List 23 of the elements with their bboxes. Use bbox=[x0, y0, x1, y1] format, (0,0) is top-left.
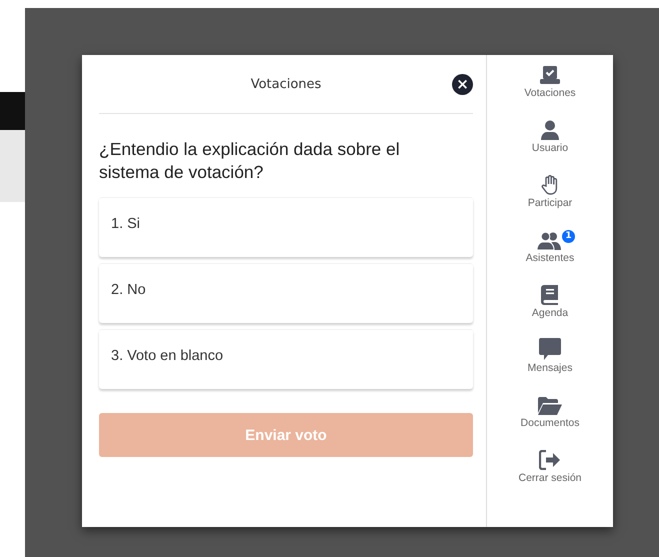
close-button[interactable]: × bbox=[452, 74, 473, 95]
folder-icon bbox=[538, 397, 562, 415]
notification-badge: 1 bbox=[562, 230, 575, 243]
dialog-title: Votaciones bbox=[250, 76, 322, 92]
answer-option[interactable]: 2. No bbox=[99, 263, 473, 323]
sidebar-item[interactable]: Votaciones bbox=[524, 63, 576, 118]
book-icon bbox=[540, 285, 559, 305]
message-icon bbox=[538, 338, 561, 360]
hand-icon bbox=[540, 175, 559, 195]
ballot-box-icon bbox=[539, 65, 561, 85]
sidebar-item[interactable]: 1 Asistentes bbox=[526, 228, 574, 283]
user-icon bbox=[540, 120, 560, 140]
sidebar-item[interactable]: Documentos bbox=[520, 393, 580, 448]
sidebar-item[interactable]: Mensajes bbox=[528, 338, 572, 393]
sidebar-item[interactable]: Agenda bbox=[532, 283, 568, 338]
sidebar-item[interactable]: Cerrar sesión bbox=[518, 448, 582, 503]
users-icon bbox=[536, 232, 563, 250]
sidebar-item[interactable]: Participar bbox=[528, 173, 572, 228]
answer-option[interactable]: 1. Si bbox=[99, 197, 473, 257]
question-text: ¿Entendio la explicación dada sobre el sistema de votación? bbox=[99, 138, 401, 184]
logout-icon bbox=[539, 450, 561, 470]
sidebar-item[interactable]: Usuario bbox=[532, 118, 568, 173]
answer-option[interactable]: 3. Voto en blanco bbox=[99, 329, 473, 389]
